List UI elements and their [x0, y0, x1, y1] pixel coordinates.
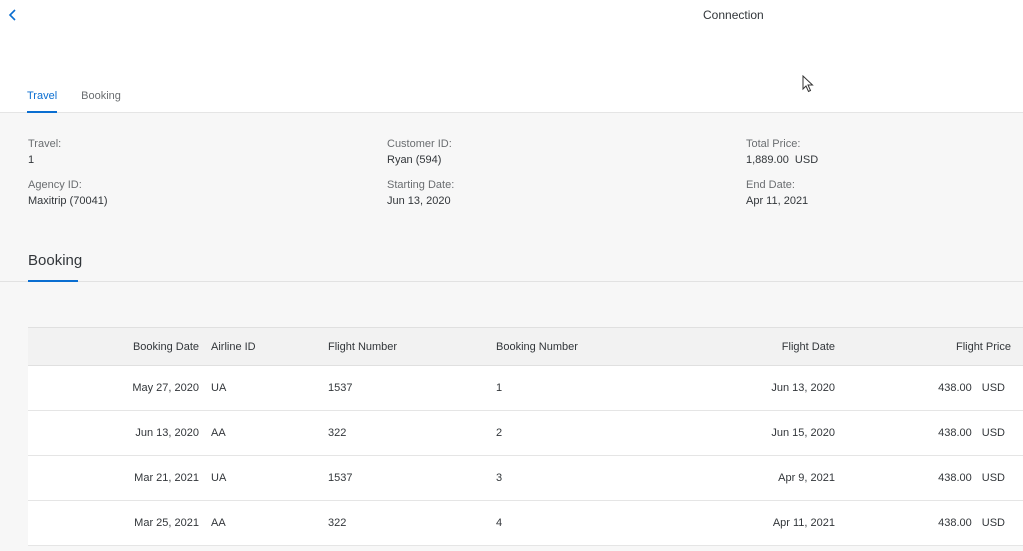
starting-date-value: Jun 13, 2020 — [387, 195, 451, 207]
flight-date-cell: Apr 9, 2021 — [778, 472, 835, 484]
flight-number-cell: 1537 — [328, 382, 353, 394]
price-amount: 438.00 — [938, 427, 972, 439]
price-currency: USD — [981, 472, 1005, 484]
col-booking-date[interactable]: Booking Date — [133, 328, 199, 365]
flight-date-cell: Apr 11, 2021 — [772, 517, 835, 529]
table-row[interactable]: Mar 25, 2021 AA 322 4 Apr 11, 2021 438.0… — [28, 501, 1023, 546]
page-header: Connection Travel Booking — [0, 0, 1023, 113]
end-date-label: End Date: — [746, 179, 795, 191]
airline-id-cell: AA — [211, 517, 226, 529]
flight-number-cell: 1537 — [328, 472, 353, 484]
booking-date-cell: Mar 25, 2021 — [134, 517, 199, 529]
booking-table: Booking Date Airline ID Flight Number Bo… — [28, 327, 1023, 546]
airline-id-cell: UA — [211, 472, 227, 484]
booking-date-cell: Mar 21, 2021 — [134, 472, 199, 484]
total-price-label: Total Price: — [746, 138, 801, 150]
starting-date-field: Starting Date: Jun 13, 2020 — [387, 179, 454, 208]
flight-price-cell: 438.00 USD — [938, 456, 1005, 500]
travel-label: Travel: — [28, 138, 62, 150]
col-flight-number[interactable]: Flight Number — [328, 328, 397, 365]
flight-price-cell: 438.00 USD — [938, 366, 1005, 410]
flight-date-cell: Jun 15, 2020 — [771, 427, 835, 439]
price-currency: USD — [981, 517, 1005, 529]
price-currency: USD — [981, 427, 1005, 439]
table-row[interactable]: Jun 13, 2020 AA 322 2 Jun 15, 2020 438.0… — [28, 411, 1023, 456]
section-title-underline — [28, 280, 78, 282]
customer-field: Customer ID: Ryan (594) — [387, 138, 452, 167]
booking-number-cell: 1 — [496, 382, 503, 394]
booking-number-cell: 3 — [496, 472, 503, 484]
starting-date-label: Starting Date: — [387, 179, 455, 191]
flight-price-cell: 438.00 USD — [938, 501, 1005, 545]
flight-number-cell: 322 — [328, 517, 347, 529]
total-price-field: Total Price: 1,889.00 USD — [746, 138, 818, 167]
flight-number-cell: 322 — [328, 427, 347, 439]
travel-value: 1 — [28, 154, 35, 166]
mouse-pointer-icon — [802, 75, 814, 93]
end-date-value: Apr 11, 2021 — [746, 195, 809, 207]
col-flight-price[interactable]: Flight Price — [956, 328, 1011, 365]
table-header: Booking Date Airline ID Flight Number Bo… — [28, 328, 1023, 366]
booking-date-cell: May 27, 2020 — [132, 382, 199, 394]
customer-value: Ryan (594) — [387, 154, 442, 166]
tab-bar: Travel Booking — [27, 90, 121, 113]
price-amount: 438.00 — [938, 472, 972, 484]
agency-value: Maxitrip (70041) — [28, 195, 108, 207]
airline-id-cell: UA — [211, 382, 227, 394]
price-amount: 438.00 — [938, 517, 972, 529]
tab-booking[interactable]: Booking — [81, 90, 121, 113]
table-row[interactable]: May 27, 2020 UA 1537 1 Jun 13, 2020 438.… — [28, 366, 1023, 411]
travel-field: Travel: 1 — [28, 138, 61, 167]
customer-label: Customer ID: — [387, 138, 452, 150]
airline-id-cell: AA — [211, 427, 226, 439]
col-flight-date[interactable]: Flight Date — [782, 328, 835, 365]
agency-label: Agency ID: — [28, 179, 82, 191]
col-booking-number[interactable]: Booking Number — [496, 328, 578, 365]
page-title: Connection — [703, 8, 764, 22]
booking-date-cell: Jun 13, 2020 — [135, 427, 199, 439]
total-price-value: 1,889.00 USD — [746, 154, 819, 166]
agency-field: Agency ID: Maxitrip (70041) — [28, 179, 107, 208]
flight-date-cell: Jun 13, 2020 — [771, 382, 835, 394]
section-divider — [0, 281, 1023, 282]
booking-section-title: Booking — [28, 252, 83, 269]
price-amount: 438.00 — [938, 382, 972, 394]
chevron-left-icon — [8, 9, 16, 21]
booking-number-cell: 2 — [496, 427, 503, 439]
price-currency: USD — [981, 382, 1005, 394]
booking-number-cell: 4 — [496, 517, 503, 529]
table-row[interactable]: Mar 21, 2021 UA 1537 3 Apr 9, 2021 438.0… — [28, 456, 1023, 501]
col-airline-id[interactable]: Airline ID — [211, 328, 256, 365]
tab-travel[interactable]: Travel — [27, 90, 58, 113]
flight-price-cell: 438.00 USD — [938, 411, 1005, 455]
back-button[interactable] — [4, 5, 22, 25]
end-date-field: End Date: Apr 11, 2021 — [746, 179, 808, 208]
